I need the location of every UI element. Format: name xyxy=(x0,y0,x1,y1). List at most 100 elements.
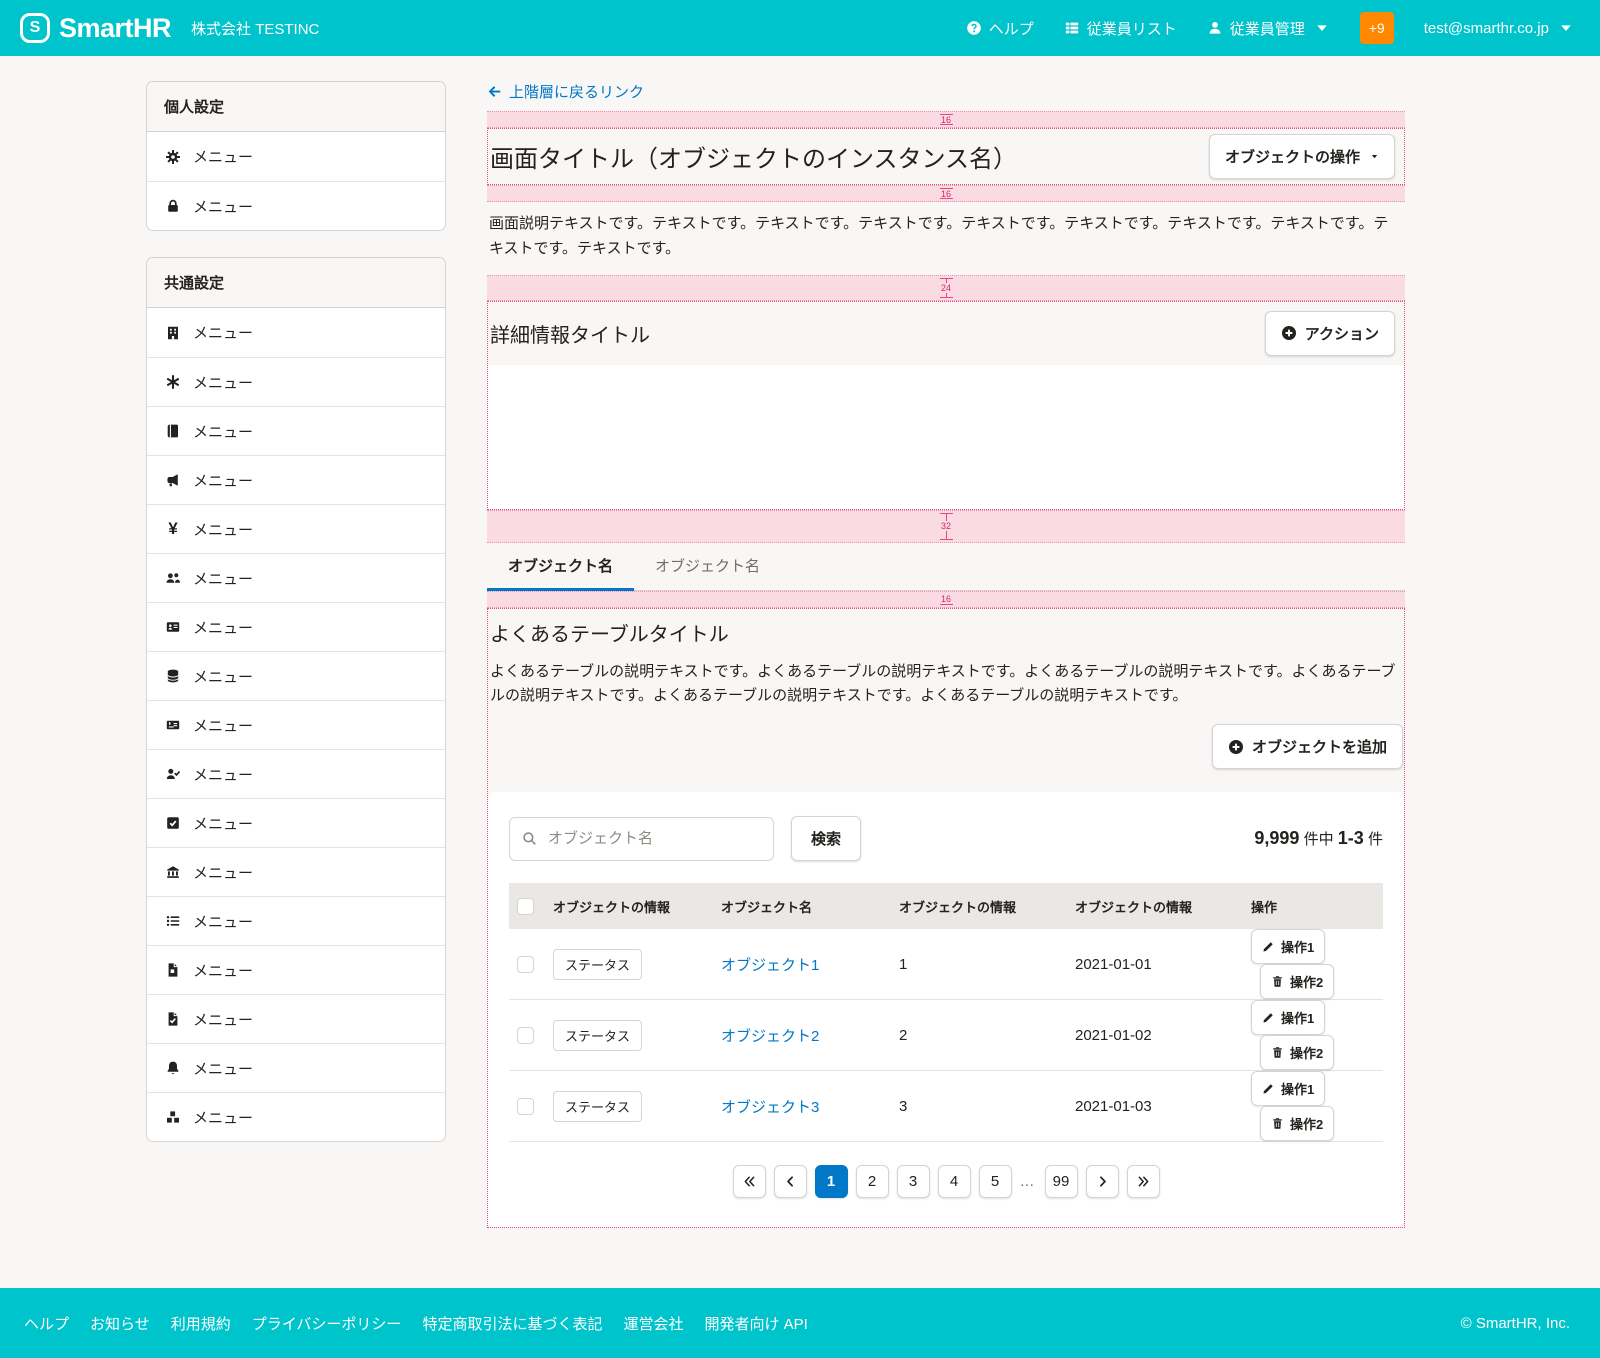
select-all-checkbox[interactable] xyxy=(517,898,534,915)
footer-links: ヘルプ お知らせ 利用規約 プライバシーポリシー 特定商取引法に基づく表記 運営… xyxy=(24,1313,808,1334)
page-body: 個人設定 メニュー メニュー 共通設定 メニュー メニュー メニュー メニュー … xyxy=(0,56,1600,1288)
object-link[interactable]: オブジェクト2 xyxy=(721,1028,819,1045)
sidebar-menu-item[interactable]: メニュー xyxy=(147,308,445,357)
table-row: ステータス オブジェクト2 2 2021-01-02 操作1 操作2 xyxy=(509,1000,1383,1071)
sidebar-menu-item[interactable]: メニュー xyxy=(147,651,445,700)
row-action-label: 操作1 xyxy=(1281,1079,1314,1098)
file-check-icon xyxy=(164,1011,182,1027)
row-checkbox[interactable] xyxy=(517,1098,534,1115)
row-checkbox[interactable] xyxy=(517,1027,534,1044)
detail-section-header: 詳細情報タイトル アクション xyxy=(488,302,1404,365)
sidebar-menu-item-label: メニュー xyxy=(193,715,253,736)
page-title-block: 画面タイトル（オブジェクトのインスタンス名） オブジェクトの操作 xyxy=(487,128,1405,185)
sidebar-menu-item-label: メニュー xyxy=(193,322,253,343)
sidebar-section-title: 個人設定 xyxy=(147,82,445,132)
table-section-title: よくあるテーブルタイトル xyxy=(488,618,1404,647)
sidebar-menu-item[interactable]: メニュー xyxy=(147,896,445,945)
page-button-1[interactable]: 1 xyxy=(815,1165,848,1198)
main-content: 上階層に戻るリンク 16 画面タイトル（オブジェクトのインスタンス名） オブジェ… xyxy=(487,81,1405,1228)
sidebar-menu-item[interactable]: メニュー xyxy=(147,1092,445,1141)
action-button[interactable]: アクション xyxy=(1265,311,1395,356)
page-button-4[interactable]: 4 xyxy=(938,1165,971,1198)
row-action-button[interactable]: 操作1 xyxy=(1251,929,1325,964)
row-checkbox[interactable] xyxy=(517,956,534,973)
sidebar-menu-item[interactable]: メニュー xyxy=(147,700,445,749)
detail-section-body xyxy=(488,365,1404,509)
sidebar-menu-item[interactable]: メニュー xyxy=(147,847,445,896)
money-check-icon xyxy=(164,717,182,733)
sidebar-menu-item-label: メニュー xyxy=(193,1058,253,1079)
result-count: 9,999 件中 1-3 件 xyxy=(1254,828,1383,849)
employee-list-label: 従業員リスト xyxy=(1087,18,1177,39)
sidebar-menu-item[interactable]: メニュー xyxy=(147,945,445,994)
last-page-button[interactable] xyxy=(1127,1165,1160,1198)
search-icon xyxy=(522,831,537,846)
app-footer: ヘルプ お知らせ 利用規約 プライバシーポリシー 特定商取引法に基づく表記 運営… xyxy=(0,1288,1600,1358)
sidebar-menu-item[interactable]: メニュー xyxy=(147,132,445,181)
next-page-button[interactable] xyxy=(1086,1165,1119,1198)
help-link[interactable]: ヘルプ xyxy=(966,18,1034,39)
search-field[interactable] xyxy=(546,829,761,848)
prev-page-button[interactable] xyxy=(774,1165,807,1198)
sidebar-menu-item[interactable]: メニュー xyxy=(147,749,445,798)
status-badge: ステータス xyxy=(553,949,642,980)
employee-list-link[interactable]: 従業員リスト xyxy=(1064,18,1177,39)
tab-object-2[interactable]: オブジェクト名 xyxy=(634,543,781,590)
footer-link[interactable]: プライバシーポリシー xyxy=(252,1313,402,1334)
sidebar-menu-item[interactable]: メニュー xyxy=(147,455,445,504)
footer-link[interactable]: 特定商取引法に基づく表記 xyxy=(422,1313,602,1334)
row-action-button[interactable]: 操作1 xyxy=(1251,1071,1325,1106)
footer-link[interactable]: 運営会社 xyxy=(623,1313,683,1334)
app-header: S SmartHR 株式会社 TESTINC ヘルプ 従業員リスト 従業員管理 … xyxy=(0,0,1600,56)
object-actions-dropdown-button[interactable]: オブジェクトの操作 xyxy=(1209,134,1395,179)
object-link[interactable]: オブジェクト3 xyxy=(721,1099,819,1116)
row-action-button[interactable]: 操作2 xyxy=(1260,964,1334,999)
sidebar-menu-item[interactable]: メニュー xyxy=(147,553,445,602)
footer-link[interactable]: 開発者向け API xyxy=(704,1313,807,1334)
add-object-button[interactable]: オブジェクトを追加 xyxy=(1212,724,1403,769)
account-email: test@smarthr.co.jp xyxy=(1424,20,1549,37)
page-button-99[interactable]: 99 xyxy=(1045,1165,1078,1198)
spacing-annotation-16: 16 xyxy=(487,185,1405,202)
footer-link[interactable]: 利用規約 xyxy=(171,1313,231,1334)
sidebar-menu-item[interactable]: ¥ メニュー xyxy=(147,504,445,553)
page-button-2[interactable]: 2 xyxy=(856,1165,889,1198)
sidebar-menu-item-label: メニュー xyxy=(193,666,253,687)
first-page-button[interactable] xyxy=(733,1165,766,1198)
lock-icon xyxy=(164,198,182,214)
sidebar-menu-item[interactable]: メニュー xyxy=(147,181,445,230)
employee-admin-dropdown[interactable]: 従業員管理 xyxy=(1207,18,1330,39)
yen-icon: ¥ xyxy=(164,521,182,538)
footer-link[interactable]: お知らせ xyxy=(90,1313,150,1334)
notification-badge[interactable]: +9 xyxy=(1360,12,1394,44)
page-button-3[interactable]: 3 xyxy=(897,1165,930,1198)
row-action-button[interactable]: 操作2 xyxy=(1260,1106,1334,1141)
column-header: オブジェクトの情報 xyxy=(545,883,713,929)
sidebar-menu-item[interactable]: メニュー xyxy=(147,1043,445,1092)
smarthr-logo[interactable]: S SmartHR xyxy=(20,13,171,44)
sidebar-menu-item[interactable]: メニュー xyxy=(147,406,445,455)
table-row: ステータス オブジェクト3 3 2021-01-03 操作1 操作2 xyxy=(509,1071,1383,1142)
sidebar-menu-item-label: メニュー xyxy=(193,470,253,491)
sidebar-menu-item[interactable]: メニュー xyxy=(147,357,445,406)
plus-circle-icon xyxy=(1281,325,1297,341)
page-description: 画面説明テキストです。テキストです。テキストです。テキストです。テキストです。テ… xyxy=(487,202,1405,275)
search-button[interactable]: 検索 xyxy=(791,816,861,861)
sidebar-menu-item[interactable]: メニュー xyxy=(147,798,445,847)
sidebar: 個人設定 メニュー メニュー 共通設定 メニュー メニュー メニュー メニュー … xyxy=(146,81,446,1142)
search-input[interactable] xyxy=(509,817,774,861)
column-header: オブジェクトの情報 xyxy=(891,883,1067,929)
object-link[interactable]: オブジェクト1 xyxy=(721,957,819,974)
page-button-5[interactable]: 5 xyxy=(979,1165,1012,1198)
row-action-button[interactable]: 操作2 xyxy=(1260,1035,1334,1070)
sidebar-menu-item[interactable]: メニュー xyxy=(147,994,445,1043)
row-action-label: 操作2 xyxy=(1290,1114,1323,1133)
sidebar-menu-item-label: メニュー xyxy=(193,372,253,393)
row-action-button[interactable]: 操作1 xyxy=(1251,1000,1325,1035)
account-dropdown[interactable]: test@smarthr.co.jp xyxy=(1424,20,1574,37)
tab-object-1[interactable]: オブジェクト名 xyxy=(487,543,634,590)
column-header: 操作 xyxy=(1243,883,1383,929)
back-link[interactable]: 上階層に戻るリンク xyxy=(487,81,644,102)
sidebar-menu-item[interactable]: メニュー xyxy=(147,602,445,651)
footer-link[interactable]: ヘルプ xyxy=(24,1313,69,1334)
